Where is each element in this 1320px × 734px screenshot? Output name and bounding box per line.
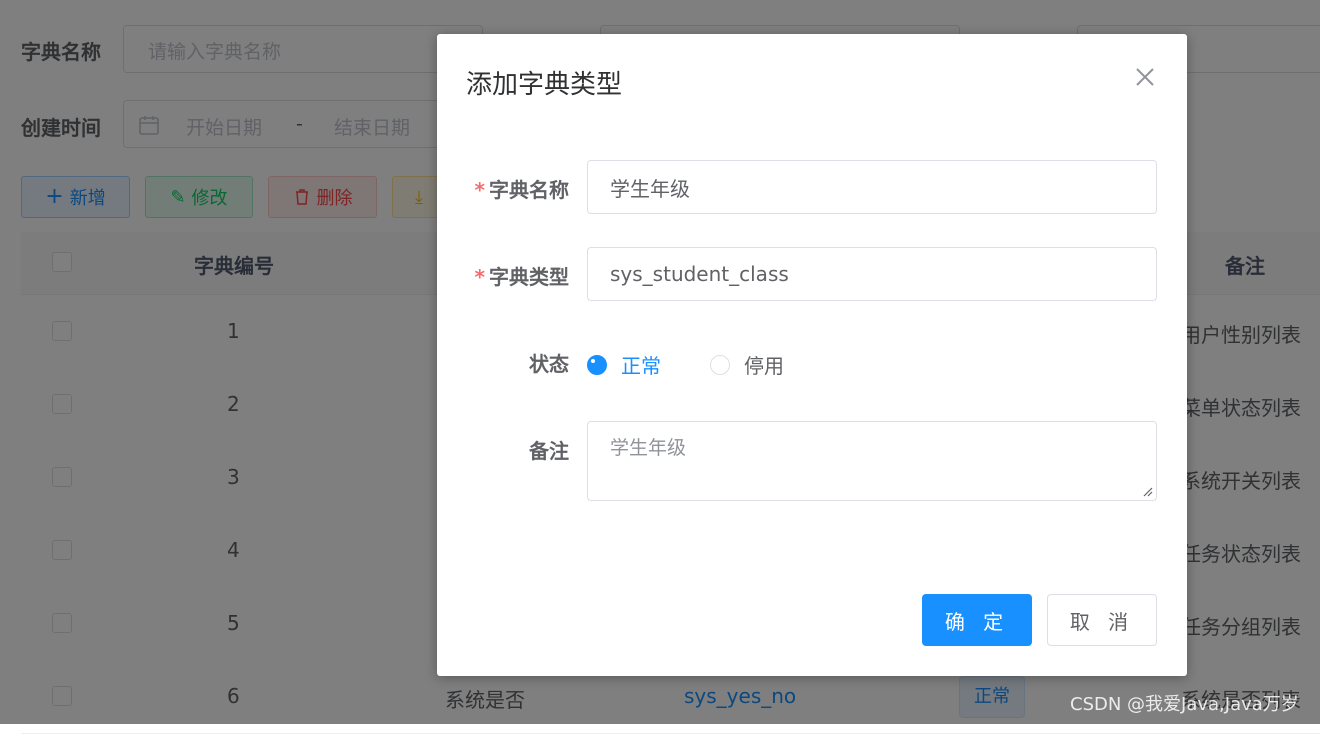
required-mark: * — [474, 178, 485, 202]
status-form-label: 状态 — [529, 352, 569, 376]
status-disabled-label: 停用 — [744, 354, 784, 378]
close-icon[interactable] — [1134, 66, 1156, 88]
watermark: CSDN @我爱Java,Java万岁 — [1070, 694, 1299, 715]
status-normal-label: 正常 — [621, 354, 661, 378]
dict-name-form-label: * 字典名称 — [469, 174, 569, 203]
dict-type-field[interactable]: sys_student_class — [587, 247, 1157, 301]
dict-type-value: sys_student_class — [610, 262, 789, 286]
confirm-button[interactable]: 确 定 — [922, 594, 1032, 646]
cancel-button[interactable]: 取 消 — [1047, 594, 1157, 646]
radio-checked-icon — [587, 354, 607, 375]
remark-textarea[interactable]: 学生年级 — [587, 421, 1157, 501]
radio-unchecked-icon — [710, 354, 730, 375]
required-mark: * — [474, 265, 485, 289]
remark-value: 学生年级 — [610, 437, 687, 459]
dict-name-field[interactable]: 学生年级 — [587, 160, 1157, 214]
confirm-button-label: 确 定 — [944, 609, 1010, 634]
cancel-button-label: 取 消 — [1069, 609, 1135, 634]
dict-name-value: 学生年级 — [610, 176, 690, 201]
add-dict-type-dialog: 添加字典类型 * 字典名称 学生年级 * 字典类型 sys_student_clas… — [437, 34, 1187, 676]
remark-form-label: 备注 — [529, 439, 569, 463]
resize-handle-icon[interactable] — [1141, 485, 1153, 497]
status-radio-disabled[interactable]: 停用 — [710, 350, 784, 379]
status-radio-normal[interactable]: 正常 — [587, 350, 661, 379]
dict-type-label-text: 字典类型 — [489, 265, 569, 289]
dict-name-label-text: 字典名称 — [489, 178, 569, 202]
dialog-title: 添加字典类型 — [466, 70, 623, 100]
dict-type-form-label: * 字典类型 — [469, 261, 569, 290]
